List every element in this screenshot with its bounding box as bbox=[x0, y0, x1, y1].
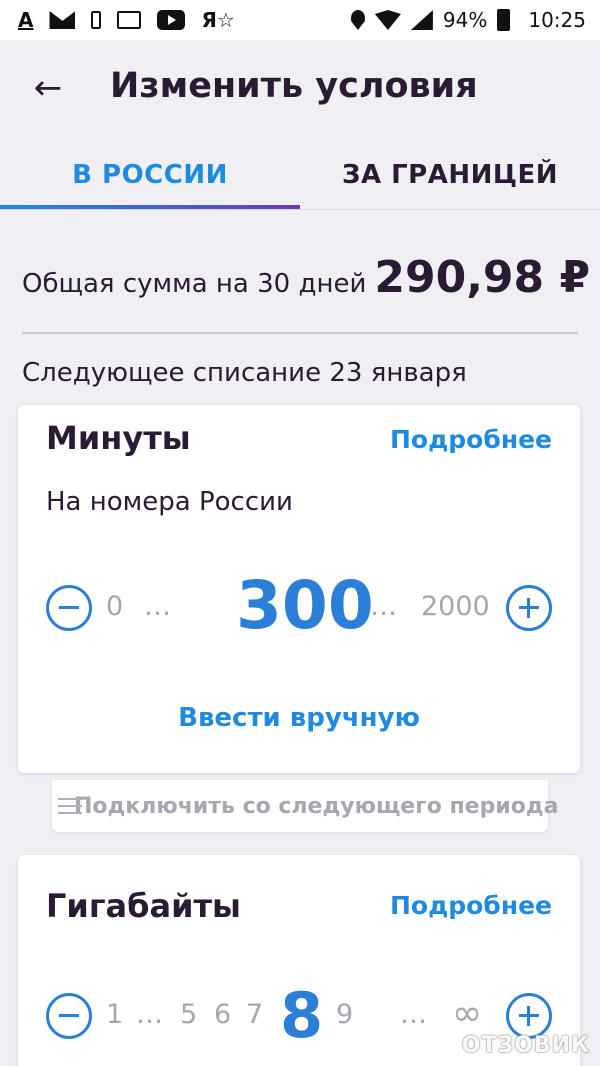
page-title: Изменить условия bbox=[110, 66, 478, 106]
minutes-ellipsis-left: … bbox=[144, 591, 173, 622]
back-arrow-icon[interactable]: ← bbox=[28, 68, 68, 108]
gb-scale-9: 9 bbox=[336, 999, 354, 1030]
minutes-ellipsis-right: … bbox=[370, 591, 399, 622]
gb-scale-5: 5 bbox=[180, 999, 198, 1030]
minutes-subtitle: На номера России bbox=[46, 487, 293, 517]
tab-abroad[interactable]: ЗА ГРАНИЦЕЙ bbox=[300, 140, 600, 210]
minutes-value[interactable]: 300 bbox=[236, 567, 374, 644]
gigabytes-more-link[interactable]: Подробнее bbox=[390, 891, 552, 920]
manual-input-link[interactable]: Ввести вручную bbox=[18, 703, 580, 733]
gb-ellipsis-left: … bbox=[136, 999, 165, 1030]
minutes-max: 2000 bbox=[421, 591, 490, 622]
battery-percent: 94% bbox=[442, 8, 488, 32]
calendar-icon bbox=[117, 11, 142, 29]
gb-scale-7: 7 bbox=[246, 999, 264, 1030]
youtube-icon bbox=[157, 10, 186, 30]
mail-icon bbox=[49, 11, 76, 29]
clock: 10:25 bbox=[528, 8, 586, 32]
gb-scale-6: 6 bbox=[214, 999, 232, 1030]
status-bar: A Я☆ 94% 10:25 bbox=[0, 0, 600, 40]
watermark-logo: ОТЗОВИК bbox=[461, 1033, 590, 1058]
a-underline-icon: A bbox=[18, 8, 34, 32]
gigabytes-title: Гигабайты bbox=[46, 887, 241, 925]
signal-icon bbox=[410, 10, 433, 30]
total-row: Общая сумма на 30 дней 290,98 ₽ bbox=[22, 252, 590, 303]
from-next-period-label: Подключить со следующего периода bbox=[74, 793, 559, 819]
minutes-title: Минуты bbox=[46, 419, 191, 457]
battery-small-icon bbox=[91, 11, 102, 29]
location-icon bbox=[350, 10, 365, 30]
minutes-plus-button[interactable] bbox=[506, 585, 552, 631]
yandex-icon: Я☆ bbox=[201, 8, 235, 32]
tab-bar: В РОССИИ ЗА ГРАНИЦЕЙ bbox=[0, 140, 600, 210]
summary-panel: Общая сумма на 30 дней 290,98 ₽ Следующе… bbox=[0, 210, 600, 420]
next-charge: Следующее списание 23 января bbox=[22, 358, 467, 388]
total-label: Общая сумма на 30 дней bbox=[22, 269, 367, 299]
gigabytes-value[interactable]: 8 bbox=[280, 979, 323, 1052]
gb-scale-1: 1 bbox=[106, 999, 124, 1030]
gigabytes-minus-button[interactable] bbox=[46, 993, 92, 1039]
battery-icon bbox=[497, 9, 511, 31]
minutes-minus-button[interactable] bbox=[46, 585, 92, 631]
gb-scale-infinity: ∞ bbox=[452, 993, 482, 1034]
minutes-more-link[interactable]: Подробнее bbox=[390, 425, 552, 454]
total-amount: 290,98 ₽ bbox=[374, 252, 591, 303]
minutes-min: 0 bbox=[106, 591, 124, 622]
minutes-card: Минуты Подробнее На номера России 0 … 30… bbox=[18, 405, 580, 773]
from-next-period-option[interactable]: Подключить со следующего периода bbox=[52, 780, 558, 832]
summary-divider bbox=[22, 332, 578, 334]
tab-russia[interactable]: В РОССИИ bbox=[0, 140, 300, 210]
app-header: ← Изменить условия В РОССИИ ЗА ГРАНИЦЕЙ bbox=[0, 40, 600, 210]
wifi-icon bbox=[374, 10, 401, 30]
gb-ellipsis-right: … bbox=[400, 999, 429, 1030]
